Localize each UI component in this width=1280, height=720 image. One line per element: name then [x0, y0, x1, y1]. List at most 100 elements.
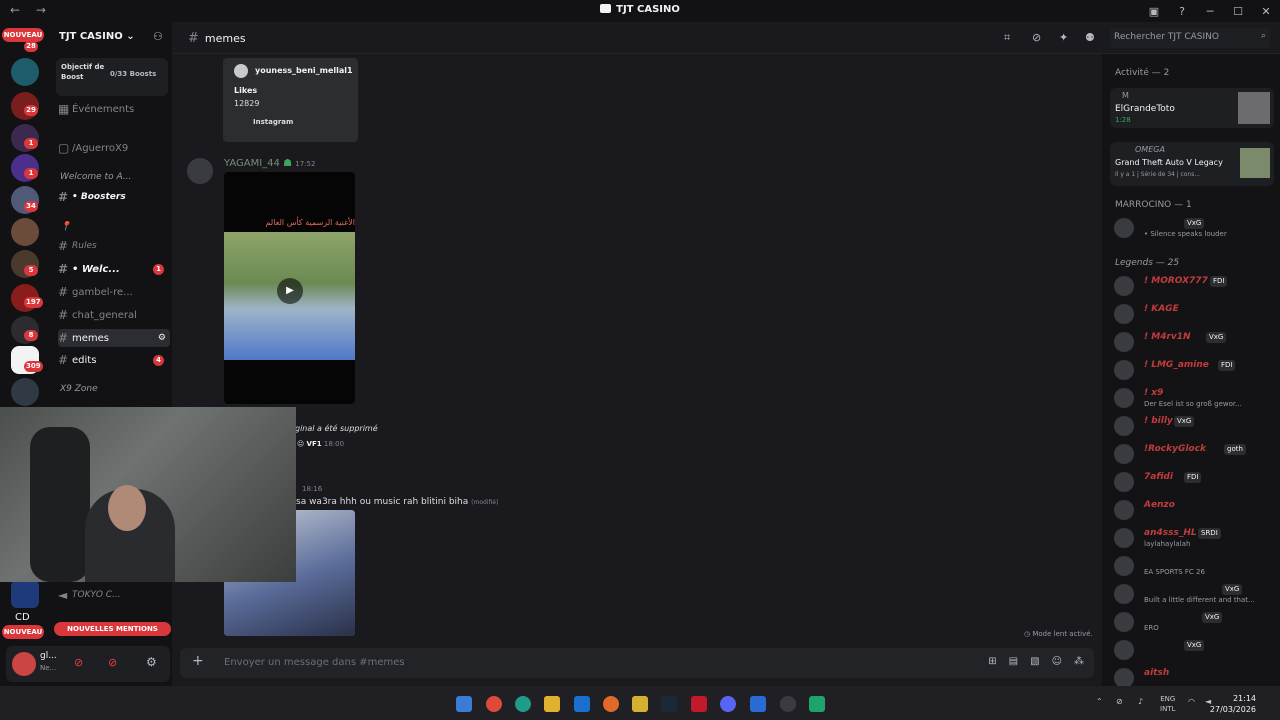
server-icon[interactable]: [11, 378, 39, 406]
edge-icon[interactable]: [515, 696, 531, 712]
member-item[interactable]: an4sss_HL SRDI laylahaylalah: [1102, 524, 1280, 552]
member-item[interactable]: ! x9 Der Esel ist so groß gewor...: [1102, 384, 1280, 412]
search-input[interactable]: Rechercher TJT CASINO ⌕: [1110, 28, 1270, 48]
channel-tokyo[interactable]: ◄ TOKYO C...: [58, 586, 170, 604]
category-x9[interactable]: X9 Zone: [60, 384, 98, 394]
instagram-embed[interactable]: youness_beni_mellal1 Likes 12829 Instagr…: [223, 58, 358, 142]
sticker-icon[interactable]: ▧: [1030, 656, 1039, 667]
members-icon[interactable]: ⚉: [1085, 31, 1095, 44]
channel-label: • Welc...: [72, 263, 120, 275]
embed-author[interactable]: youness_beni_mellal1: [255, 66, 353, 75]
add-user-icon[interactable]: ⚇: [153, 30, 163, 43]
app-icon[interactable]: [691, 696, 707, 712]
new-mentions-pill[interactable]: NOUVELLES MENTIONS: [54, 622, 171, 636]
help-icon[interactable]: ?: [1168, 0, 1196, 22]
pin-icon[interactable]: ✦: [1059, 31, 1068, 44]
threads-icon[interactable]: ⌗: [1004, 31, 1010, 45]
member-item[interactable]: ! MOROX777 FDI: [1102, 272, 1280, 300]
server-icon[interactable]: [11, 218, 39, 246]
server-icon[interactable]: [11, 58, 39, 86]
gift-icon[interactable]: ⊞: [988, 656, 996, 667]
outlook-icon[interactable]: [574, 696, 590, 712]
avatar[interactable]: [187, 158, 213, 184]
events-item[interactable]: ▦ Événements: [58, 100, 170, 118]
user-settings-icon[interactable]: ⚙: [146, 655, 157, 669]
file-explorer-icon[interactable]: [544, 696, 560, 712]
message-composer[interactable]: + Envoyer un message dans #memes ⊞ ▤ ▧ ☺…: [180, 648, 1094, 678]
new-pill[interactable]: NOUVEAU: [2, 28, 44, 42]
member-item[interactable]: VxG: [1102, 636, 1280, 664]
gif-icon[interactable]: ▤: [1009, 656, 1018, 667]
server-initials[interactable]: CD: [15, 612, 30, 623]
vanity-item[interactable]: ▢/AguerroX9: [58, 139, 170, 157]
wifi-icon[interactable]: ◠: [1188, 697, 1195, 706]
maximize-button[interactable]: ☐: [1224, 0, 1252, 22]
firefox-icon[interactable]: [603, 696, 619, 712]
network-icon[interactable]: ⊘: [1116, 697, 1123, 706]
activity-card[interactable]: OMEGA Grand Theft Auto V Legacy Il y a 1…: [1110, 142, 1274, 186]
notes-icon[interactable]: [632, 696, 648, 712]
server-name[interactable]: TJT CASINO ⌄: [59, 31, 135, 42]
member-item[interactable]: ! LMG_amine FDI: [1102, 356, 1280, 384]
category-pin[interactable]: 📍: [60, 222, 71, 232]
chrome-icon[interactable]: [486, 696, 502, 712]
mic-icon[interactable]: ♪: [1138, 697, 1143, 706]
member-item[interactable]: aitsh: [1102, 664, 1280, 686]
emoji-icon: 😐: [297, 440, 305, 448]
activity-card[interactable]: M ElGrandeToto 1:28: [1110, 88, 1274, 128]
headphones-muted-icon[interactable]: ⊘: [108, 656, 117, 669]
member-item[interactable]: ! billy VxG: [1102, 412, 1280, 440]
member-item[interactable]: VxG • Silence speaks louder: [1102, 214, 1280, 242]
member-item[interactable]: ! KAGE: [1102, 300, 1280, 328]
channel-sidebar: TJT CASINO ⌄ ⚇ Objectif de Boost 0/33 Bo…: [50, 22, 172, 686]
channel-memes[interactable]: # memes ⚙: [58, 329, 170, 347]
new-pill[interactable]: NOUVEAU: [2, 625, 44, 639]
chair: [30, 427, 90, 582]
inbox-icon[interactable]: ▣: [1140, 0, 1168, 22]
member-item[interactable]: !RockyGlock goth: [1102, 440, 1280, 468]
emoji-icon[interactable]: ☺: [1052, 656, 1062, 667]
discord-icon[interactable]: [720, 696, 736, 712]
channel-welcome[interactable]: # • Welc... 1: [58, 260, 170, 278]
hash-icon: #: [188, 31, 199, 46]
message-meta: 😐 VF1 18:00: [297, 440, 344, 448]
channel-edits[interactable]: # edits 4: [58, 351, 170, 369]
channel-rules[interactable]: # Rules: [58, 237, 170, 255]
steam-icon[interactable]: [661, 696, 677, 712]
member-item[interactable]: ! M4rv1N VxG: [1102, 328, 1280, 356]
avatar[interactable]: [12, 652, 36, 676]
member-item[interactable]: 7afidi FDI: [1102, 468, 1280, 496]
boost-goal[interactable]: Objectif de Boost 0/33 Boosts: [56, 58, 168, 96]
video-attachment[interactable]: الأغنية الرسمية كأس العالم ▶: [224, 172, 355, 404]
edited-label: (modifié): [471, 499, 499, 506]
settings-gear-icon[interactable]: ⚙: [158, 333, 166, 343]
person-head: [108, 485, 146, 531]
play-icon[interactable]: ▶: [277, 278, 303, 304]
channel-boosters[interactable]: # • Boosters: [58, 188, 170, 206]
language-indicator[interactable]: ENG INTL: [1160, 694, 1175, 714]
attach-plus-icon[interactable]: +: [192, 653, 204, 669]
minimize-button[interactable]: ─: [1196, 0, 1224, 22]
category-welcome[interactable]: Welcome to A...: [60, 172, 131, 182]
mic-muted-icon[interactable]: ⊘: [74, 656, 83, 669]
app-icon[interactable]: [809, 696, 825, 712]
channel-general[interactable]: # chat_general: [58, 306, 170, 324]
chevron-up-icon[interactable]: ⌃: [1096, 697, 1103, 706]
message-input[interactable]: Envoyer un message dans #memes: [224, 657, 405, 668]
apps-icon[interactable]: ⁂: [1074, 656, 1084, 667]
member-item[interactable]: EA SPORTS FC 26: [1102, 552, 1280, 580]
member-item[interactable]: Aenzo: [1102, 496, 1280, 524]
clock[interactable]: 21:14 27/03/2026: [1210, 693, 1256, 715]
mute-bell-icon[interactable]: ⊘: [1032, 31, 1041, 44]
close-button[interactable]: ✕: [1252, 0, 1280, 22]
member-name: ! x9: [1144, 388, 1164, 398]
username[interactable]: gl...: [40, 651, 57, 661]
app-icon[interactable]: [780, 696, 796, 712]
member-item[interactable]: VxG ERO: [1102, 608, 1280, 636]
channel-gambel[interactable]: # gambel-re...: [58, 283, 170, 301]
start-icon[interactable]: [456, 696, 472, 712]
message-author[interactable]: YAGAMI_44 ☗ 17:52: [224, 158, 315, 169]
app-icon[interactable]: [750, 696, 766, 712]
server-icon[interactable]: [11, 580, 39, 608]
member-item[interactable]: VxG Built a little different and that...: [1102, 580, 1280, 608]
